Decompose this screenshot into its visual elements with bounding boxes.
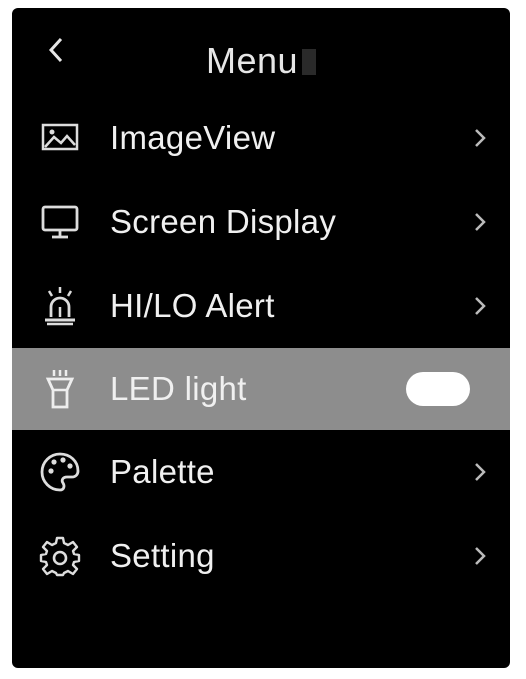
menu-item-label: Setting xyxy=(110,537,215,574)
chevron-right-icon xyxy=(472,209,488,235)
monitor-icon xyxy=(38,200,82,244)
menu-list: ImageView Screen Display HI/LO Alert LED… xyxy=(12,96,510,598)
menu-item-label: Palette xyxy=(110,453,215,490)
chevron-right-icon xyxy=(472,543,488,569)
flashlight-icon xyxy=(38,367,82,411)
menu-item-setting[interactable]: Setting xyxy=(12,514,510,598)
image-icon xyxy=(38,116,82,160)
chevron-right-icon xyxy=(472,125,488,151)
menu-screen: Menu ImageView Screen Display HI/LO Aler… xyxy=(12,8,510,668)
alarm-icon xyxy=(38,284,82,328)
menu-item-screen-display[interactable]: Screen Display xyxy=(12,180,510,264)
menu-item-hilo-alert[interactable]: HI/LO Alert xyxy=(12,264,510,348)
palette-icon xyxy=(38,450,82,494)
gear-icon xyxy=(38,534,82,578)
led-light-toggle[interactable] xyxy=(406,372,470,406)
header: Menu xyxy=(12,8,510,98)
chevron-right-icon xyxy=(472,459,488,485)
menu-item-imageview[interactable]: ImageView xyxy=(12,96,510,180)
chevron-right-icon xyxy=(472,293,488,319)
menu-item-label: LED light xyxy=(110,370,247,407)
menu-item-label: Screen Display xyxy=(110,203,337,240)
menu-item-palette[interactable]: Palette xyxy=(12,430,510,514)
menu-item-label: ImageView xyxy=(110,119,276,156)
page-title: Menu xyxy=(12,40,510,82)
menu-item-label: HI/LO Alert xyxy=(110,287,275,324)
menu-item-led-light[interactable]: LED light xyxy=(12,348,510,430)
